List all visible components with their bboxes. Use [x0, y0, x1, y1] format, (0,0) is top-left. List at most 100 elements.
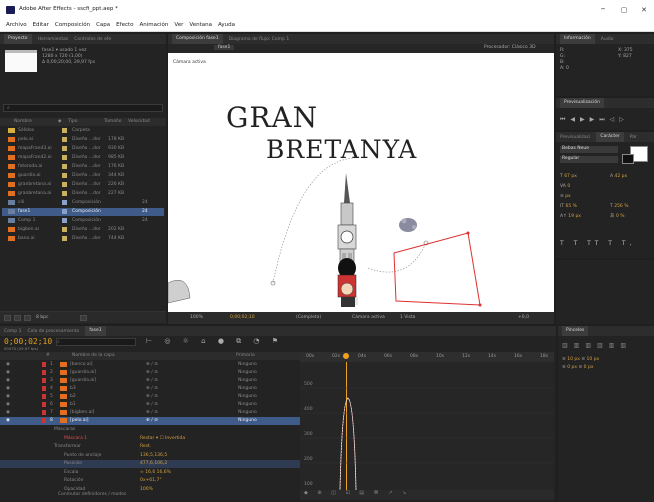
project-item[interactable]: bano.ai Diseño ...dor 744 KB [2, 235, 164, 243]
col-tamano[interactable]: Tamaño [104, 119, 122, 124]
layer-label-swatch[interactable] [42, 402, 46, 407]
layer-label-swatch[interactable] [42, 410, 46, 415]
layer-name[interactable]: [bigben.ai] [70, 410, 94, 415]
col-parent[interactable]: Primario [236, 353, 255, 358]
leading-value[interactable]: 42 px [615, 174, 628, 179]
baseline-shift-value[interactable]: 19 px [568, 214, 581, 219]
tab-comp1[interactable]: Comp 1 [4, 329, 21, 334]
layer-row[interactable]: ◉ 8 [pelo.ai] ⊕ / ⊘ Ninguno [0, 417, 300, 425]
exposure-value[interactable]: +0,0 [518, 315, 529, 320]
col-layer-num[interactable]: # [46, 353, 50, 358]
visibility-eye-icon[interactable]: ◉ [6, 394, 10, 399]
layer-switches[interactable]: ⊕ / ⊘ [146, 410, 158, 415]
layer-label-swatch[interactable] [42, 378, 46, 383]
stroke-color-swatch[interactable] [622, 154, 634, 164]
visibility-eye-icon[interactable]: ◉ [6, 402, 10, 407]
project-item[interactable]: Comp 1 Composición 24 [2, 217, 164, 225]
project-item[interactable]: cili Composición 24 [2, 199, 164, 207]
layer-parent-select[interactable]: Ninguno [238, 402, 257, 407]
tab-pinceles[interactable]: Pinceles [562, 326, 589, 336]
label-color-swatch[interactable] [62, 236, 67, 241]
layer-name[interactable]: [guardia.ai] [70, 370, 96, 375]
minimize-button[interactable]: – [596, 4, 610, 14]
comp-current-time[interactable]: 0;00;02;10 [230, 315, 255, 320]
menu-ver[interactable]: Ver [174, 22, 183, 29]
menu-capa[interactable]: Capa [96, 22, 110, 29]
tab-diagrama-flujo[interactable]: Diagrama de flujo: Comp 1 [229, 37, 290, 42]
label-color-swatch[interactable] [62, 128, 67, 133]
visibility-eye-icon[interactable]: ◉ [6, 386, 10, 391]
font-style-select[interactable]: Regular [560, 156, 618, 163]
label-color-swatch[interactable] [62, 164, 67, 169]
project-item[interactable]: pelo.ai Diseño ...dor 178 KB [2, 136, 164, 144]
layer-switches[interactable]: ⊕ / ⊘ [146, 362, 158, 367]
label-color-swatch[interactable] [62, 227, 67, 232]
label-color-swatch[interactable] [62, 200, 67, 205]
project-item[interactable]: guardia.ai Diseño ...dor 344 KB [2, 172, 164, 180]
visibility-eye-icon[interactable]: ◉ [6, 418, 10, 423]
graph-editor-toolbar[interactable]: ◆ ⊕ ◫ ⊡ ▤ ⌘ ↗ ↘ [300, 490, 554, 500]
font-size-value[interactable]: 67 px [564, 174, 577, 179]
menu-editar[interactable]: Editar [33, 22, 49, 29]
layer-switches[interactable]: ⊕ / ⊘ [146, 386, 158, 391]
property-value[interactable]: ∞ 16,6 16,6% [140, 470, 171, 475]
renderer-label[interactable]: Procesador: Clásico 3D [484, 45, 536, 50]
layer-row[interactable]: ◉ 5 b2 ⊕ / ⊘ Ninguno [0, 393, 300, 401]
project-search-input[interactable]: ⌕ [3, 104, 163, 112]
font-family-select[interactable]: Bebas Neue [560, 146, 618, 153]
layer-parent-select[interactable]: Ninguno [238, 394, 257, 399]
tab-proyecto[interactable]: Proyecto [4, 34, 32, 44]
project-item[interactable]: fotoroda.ai Diseño ...dor 176 KB [2, 163, 164, 171]
graph-editor[interactable]: 00s 02s 04s 06s 08s 10s 12s 14s 16s 18s 500 400 300… [300, 352, 554, 500]
interpret-footage-icon[interactable] [4, 315, 11, 321]
resolution-select[interactable]: (Completa) [296, 315, 321, 320]
project-item[interactable]: mapaFrand3.ai Diseño ...dor 930 KB [2, 145, 164, 153]
property-value[interactable]: Rest. [140, 444, 151, 449]
timeline-search-input[interactable]: ⌕ [56, 338, 136, 346]
new-folder-icon[interactable] [14, 315, 21, 321]
col-nombre[interactable]: Nombre [14, 119, 32, 124]
bit-depth-label[interactable]: 8 bpc [36, 315, 48, 320]
layer-name[interactable]: [banco.ai] [70, 362, 93, 367]
project-item[interactable]: Sólidos Carpeta [2, 127, 164, 135]
layer-name[interactable]: b2 [70, 394, 76, 399]
horizontal-scale-value[interactable]: 256 % [614, 204, 628, 209]
layer-parent-select[interactable]: Ninguno [238, 386, 257, 391]
tab-parrafo-short[interactable]: Pár [630, 135, 637, 140]
label-color-swatch[interactable] [62, 182, 67, 187]
project-item[interactable]: mapaFrand2.ai Diseño ...dor 985 KB [2, 154, 164, 162]
vertical-scale-value[interactable]: 65 % [566, 204, 577, 209]
property-value[interactable]: 136,5,136,5 [140, 453, 167, 458]
menu-composicion[interactable]: Composición [55, 22, 90, 29]
maximize-button[interactable]: ▢ [617, 6, 631, 14]
property-row[interactable]: Opacidad 100% [0, 486, 300, 494]
timeline-switches[interactable]: ⊢ ◎ ☼ ⌂ ● ⧉ ◔ ⚑ [146, 337, 283, 346]
toggle-switches-modes[interactable]: Conmutar definidores / modos [58, 492, 126, 497]
tab-informacion[interactable]: Información [560, 34, 595, 44]
layer-row[interactable]: ◉ 1 [banco.ai] ⊕ / ⊘ Ninguno [0, 361, 300, 369]
brush-a[interactable]: 10 px [567, 357, 580, 362]
project-item[interactable]: bigben.ai Diseño ...dor 202 KB [2, 226, 164, 234]
label-color-swatch[interactable] [62, 155, 67, 160]
tab-previsualizacion-2[interactable]: Previsualizaci [560, 135, 590, 140]
layer-label-swatch[interactable] [42, 370, 46, 375]
project-item[interactable]: fase1 Composición 24 [2, 208, 164, 216]
menu-efecto[interactable]: Efecto [116, 22, 133, 29]
col-layer-name[interactable]: Nombre de la capa [72, 353, 115, 358]
visibility-eye-icon[interactable]: ◉ [6, 410, 10, 415]
trash-icon[interactable] [80, 315, 87, 321]
tab-audio[interactable]: Audio [601, 37, 614, 42]
comp-viewer[interactable]: Cámara activa GRAN BRETANYA [168, 53, 554, 312]
layer-name[interactable]: [guardia.ai] [70, 378, 96, 383]
col-label[interactable]: ◆ [58, 119, 61, 124]
zoom-level[interactable]: 100% [190, 315, 203, 320]
comp-breadcrumb-fase1[interactable]: fase1 [214, 45, 235, 50]
time-ruler[interactable]: 00s 02s 04s 06s 08s 10s 12s 14s 16s 18s [300, 352, 554, 362]
property-row[interactable]: Posición 477,6,106,2 [0, 460, 300, 468]
tab-cola-procesamiento[interactable]: Cola de procesamiento [27, 329, 79, 334]
layer-row[interactable]: ◉ 2 [guardia.ai] ⊕ / ⊘ Ninguno [0, 369, 300, 377]
layer-switches[interactable]: ⊕ / ⊘ [146, 378, 158, 383]
brush-d[interactable]: 0 px [584, 365, 594, 370]
camera-select[interactable]: Cámara activa [352, 315, 385, 320]
layer-parent-select[interactable]: Ninguno [238, 378, 257, 383]
